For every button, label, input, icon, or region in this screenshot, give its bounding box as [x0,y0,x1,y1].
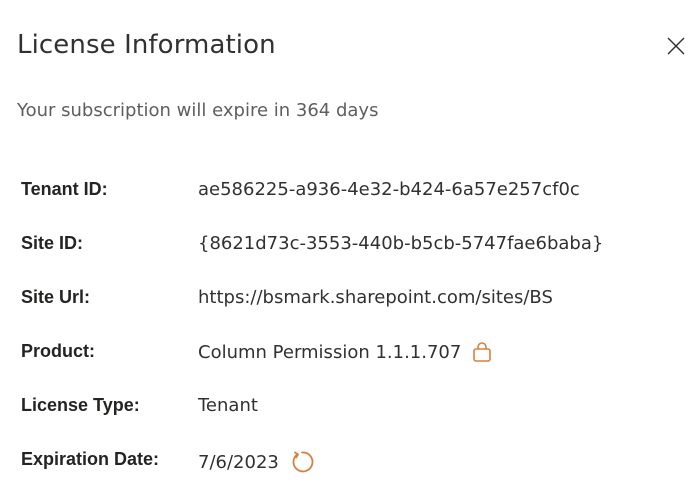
expiration-date-text: 7/6/2023 [198,451,279,473]
tenant-id-row: Tenant ID: ae586225-a936-4e32-b424-6a57e… [21,165,681,219]
close-button[interactable] [660,30,692,62]
site-url-row: Site Url: https://bsmark.sharepoint.com/… [21,273,681,327]
site-url-text: https://bsmark.sharepoint.com/sites/BS [198,287,553,308]
site-id-row: Site ID: {8621d73c-3553-440b-b5cb-5747fa… [21,219,681,273]
site-url-label: Site Url: [21,287,91,307]
product-text: Column Permission 1.1.1.707 [198,341,462,363]
license-dialog: License Information Your subscription wi… [0,0,698,488]
site-id-text: {8621d73c-3553-440b-b5cb-5747fae6baba} [198,233,604,254]
tenant-id-label: Tenant ID: [21,179,108,199]
expiration-date-row: Expiration Date: 7/6/2023 [21,435,681,489]
expiration-date-value: 7/6/2023 [198,449,315,475]
site-url-value: https://bsmark.sharepoint.com/sites/BS [198,287,553,308]
site-id-label: Site ID: [21,233,84,253]
tenant-id-text: ae586225-a936-4e32-b424-6a57e257cf0c [198,179,580,200]
close-icon [667,37,685,55]
site-id-value: {8621d73c-3553-440b-b5cb-5747fae6baba} [198,233,603,254]
dialog-title: License Information [17,30,276,60]
refresh-icon[interactable] [289,449,315,475]
expiry-notice: Your subscription will expire in 364 day… [17,100,379,121]
license-type-label: License Type: [21,395,140,415]
license-type-value: Tenant [198,395,258,416]
product-label: Product: [21,341,95,361]
product-value: Column Permission 1.1.1.707 [198,341,493,363]
expiration-date-label: Expiration Date: [21,449,160,469]
license-type-row: License Type: Tenant [21,381,681,435]
shopping-bag-icon[interactable] [471,341,493,363]
license-type-text: Tenant [198,395,258,416]
product-row: Product: Column Permission 1.1.1.707 [21,327,681,381]
tenant-id-value: ae586225-a936-4e32-b424-6a57e257cf0c [198,179,580,200]
